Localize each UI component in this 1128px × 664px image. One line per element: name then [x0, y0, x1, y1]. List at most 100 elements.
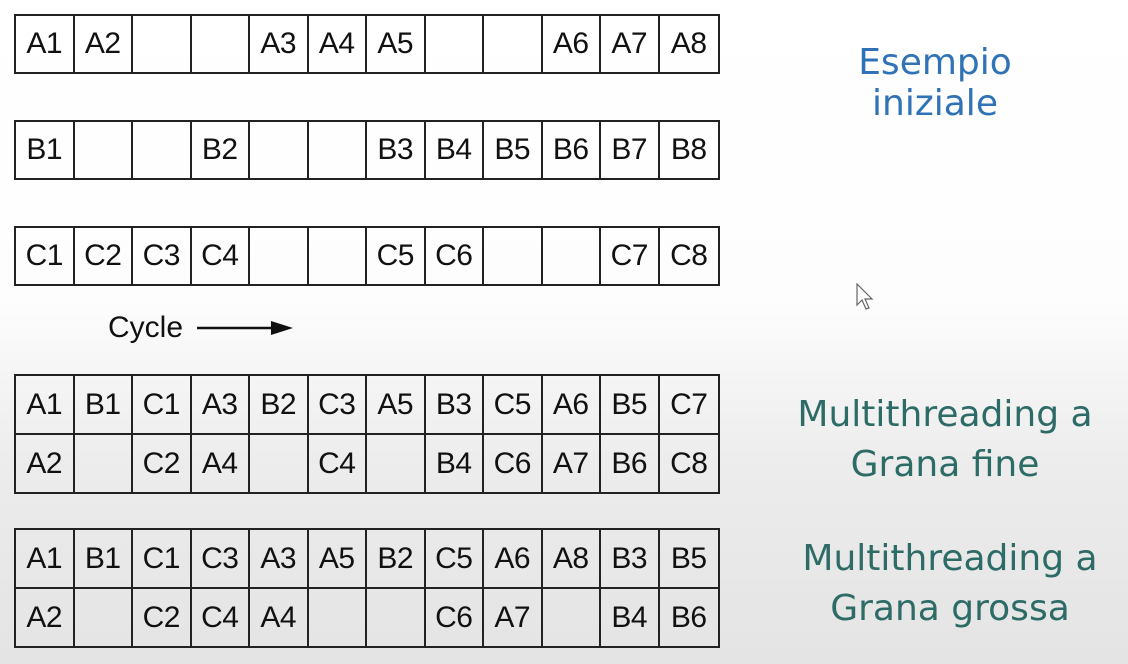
- slot-cell: [367, 435, 426, 492]
- slot-cell: C1: [133, 376, 192, 433]
- slot-cell: A7: [601, 16, 660, 72]
- slot-cell: A6: [543, 16, 601, 72]
- slot-cell: A3: [192, 376, 250, 433]
- right-arrow-icon: [197, 321, 294, 335]
- slot-cell: A3: [250, 530, 309, 587]
- slot-cell: C2: [133, 589, 192, 646]
- slot-cell: B1: [75, 530, 133, 587]
- slot-cell: [543, 589, 601, 646]
- slot-cell: B4: [601, 589, 660, 646]
- cycle-indicator: Cycle: [108, 311, 294, 345]
- slot-cell: B4: [426, 435, 484, 492]
- slot-cell: A5: [367, 376, 426, 433]
- slot-cell: B1: [16, 122, 75, 178]
- slot-cell: A2: [16, 435, 75, 492]
- slot-cell: B2: [367, 530, 426, 587]
- slot-cell: B2: [192, 122, 250, 178]
- slot-cell: B5: [601, 376, 660, 433]
- slot-cell: [75, 435, 133, 492]
- slot-cell: A7: [484, 589, 543, 646]
- slot-cell: C6: [426, 228, 484, 284]
- slot-cell: C4: [309, 435, 367, 492]
- slot-cell: B2: [250, 376, 309, 433]
- coarse-grain-issue-slot-1: A1 B1 C1 C3 A3 A5 B2 C5 A6 A8 B3 B5: [16, 530, 718, 589]
- slot-cell: A5: [367, 16, 426, 72]
- slot-cell: B3: [426, 376, 484, 433]
- fine-grain-label: Multithreading a Grana fine: [790, 390, 1100, 490]
- slot-cell: C3: [192, 530, 250, 587]
- slot-cell: B3: [601, 530, 660, 587]
- slot-cell: C5: [426, 530, 484, 587]
- slot-cell: [309, 589, 367, 646]
- slot-cell: C6: [426, 589, 484, 646]
- slot-cell: C1: [16, 228, 75, 284]
- slot-cell: [484, 16, 543, 72]
- slot-cell: C8: [670, 446, 708, 480]
- coarse-grain-label: Multithreading a Grana grossa: [795, 534, 1105, 634]
- slot-cell: A2: [75, 16, 133, 72]
- slot-cell: C3: [309, 376, 367, 433]
- slot-cell: A4: [192, 435, 250, 492]
- cycle-label: Cycle: [108, 311, 184, 344]
- coarse-grain-label-line1: Multithreading a: [802, 538, 1098, 579]
- slot-cell: [250, 435, 309, 492]
- slot-cell: B5: [670, 541, 707, 575]
- coarse-grain-issue-slot-2: A2 C2 C4 A4 C6 A7 B4 B6: [16, 589, 718, 646]
- slot-cell: C5: [367, 228, 426, 284]
- slot-cell: A6: [543, 376, 601, 433]
- slot-cell: C2: [133, 435, 192, 492]
- slot-cell: [192, 16, 250, 72]
- thread-c-row: C1 C2 C3 C4 C5 C6 C7 C8: [14, 226, 720, 286]
- slot-cell: B6: [543, 122, 601, 178]
- fine-grain-issue-slot-1: A1 B1 C1 A3 B2 C3 A5 B3 C5 A6 B5 C7: [16, 376, 718, 435]
- slot-cell: C6: [484, 435, 543, 492]
- slot-cell: [250, 228, 309, 284]
- slot-cell: [484, 228, 543, 284]
- slot-cell: [133, 16, 192, 72]
- slot-cell: C3: [133, 228, 192, 284]
- fine-grain-issue-slot-2: A2 C2 A4 C4 B4 C6 A7 B6 C8: [16, 435, 718, 492]
- slot-cell: A4: [250, 589, 309, 646]
- slot-cell: C4: [192, 589, 250, 646]
- slot-cell: [250, 122, 309, 178]
- slot-cell: C7: [601, 228, 660, 284]
- coarse-grain-table: A1 B1 C1 C3 A3 A5 B2 C5 A6 A8 B3 B5 A2 C2 C4 A4 C6 A7 B4 B…: [14, 528, 720, 648]
- slot-cell: C4: [192, 228, 250, 284]
- slot-cell: A1: [16, 16, 75, 72]
- thread-a-row: A1 A2 A3 A4 A5 A6 A7 A8: [14, 14, 720, 74]
- slot-cell: C2: [75, 228, 133, 284]
- fine-grain-label-line2: Grana fine: [850, 444, 1040, 485]
- slot-cell: A8: [670, 27, 707, 60]
- mouse-pointer-icon: [856, 283, 874, 310]
- slot-cell: C1: [133, 530, 192, 587]
- slot-cell: C8: [670, 239, 708, 272]
- slot-cell: B6: [670, 600, 707, 634]
- slot-cell: [133, 122, 192, 178]
- slot-cell: B1: [75, 376, 133, 433]
- slot-cell: A5: [309, 530, 367, 587]
- fine-grain-table: A1 B1 C1 A3 B2 C3 A5 B3 C5 A6 B5 C7 A2 C2 A4 C4 B4 C6 A7 B…: [14, 374, 720, 494]
- coarse-grain-label-line2: Grana grossa: [830, 588, 1070, 629]
- slot-cell: B7: [601, 122, 660, 178]
- slot-cell: C7: [670, 387, 708, 421]
- slot-cell: A1: [16, 376, 75, 433]
- slot-cell: A8: [543, 530, 601, 587]
- slot-cell: A6: [484, 530, 543, 587]
- slot-cell: A2: [16, 589, 75, 646]
- slot-cell: C5: [484, 376, 543, 433]
- slot-cell: [426, 16, 484, 72]
- slot-cell: A1: [16, 530, 75, 587]
- slot-cell: [309, 228, 367, 284]
- slot-cell: [367, 589, 426, 646]
- slot-cell: B8: [670, 133, 707, 166]
- slot-cell: B4: [426, 122, 484, 178]
- slot-cell: B6: [601, 435, 660, 492]
- slot-cell: [309, 122, 367, 178]
- slot-cell: B5: [484, 122, 543, 178]
- slot-cell: A7: [543, 435, 601, 492]
- thread-b-row: B1 B2 B3 B4 B5 B6 B7 B8: [14, 120, 720, 180]
- slot-cell: A3: [250, 16, 309, 72]
- slot-cell: [543, 228, 601, 284]
- slot-cell: A4: [309, 16, 367, 72]
- slot-cell: [75, 122, 133, 178]
